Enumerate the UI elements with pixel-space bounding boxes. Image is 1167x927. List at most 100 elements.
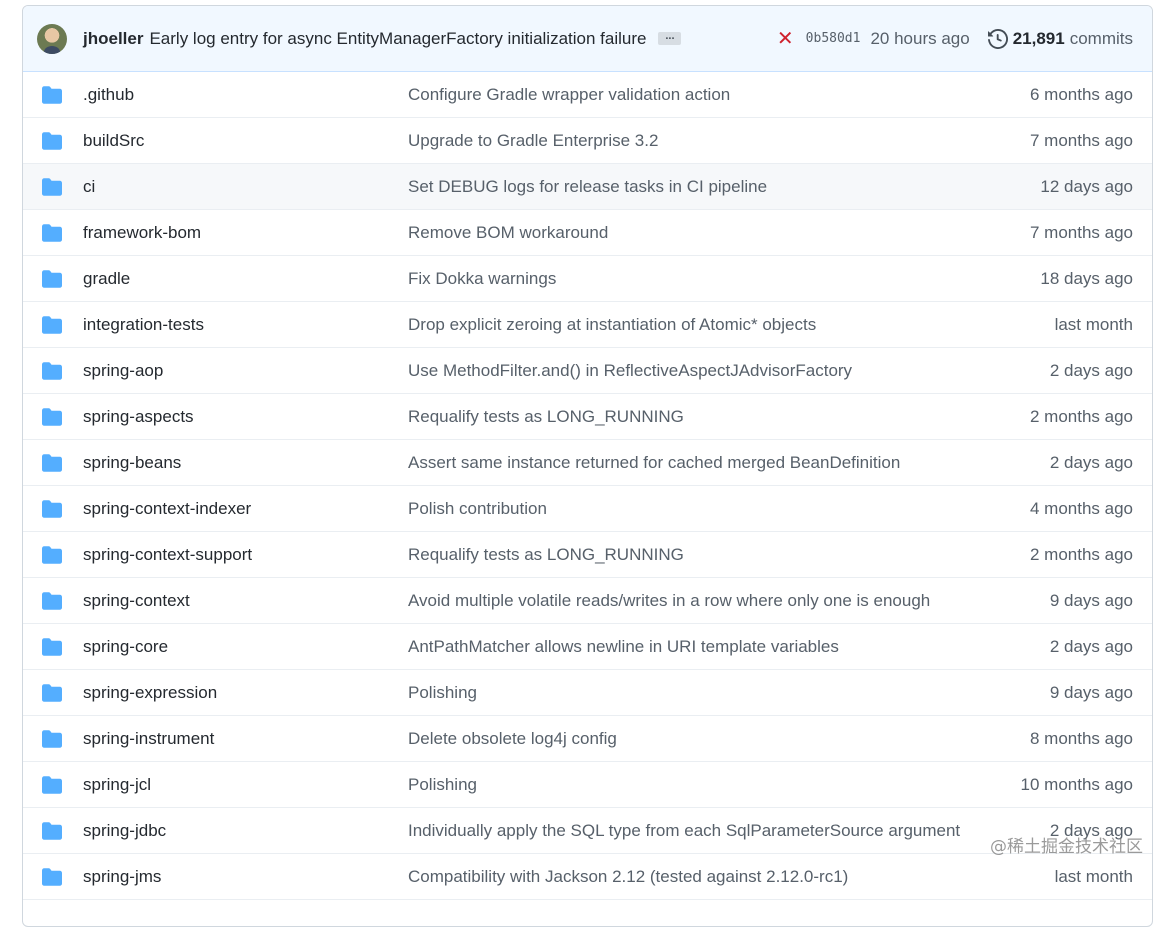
file-commit-message[interactable]: Polishing — [408, 775, 963, 795]
file-row[interactable]: spring-jms Compatibility with Jackson 2.1… — [23, 854, 1152, 900]
file-commit-message[interactable]: Delete obsolete log4j config — [408, 729, 963, 749]
file-row[interactable]: spring-aspects Requalify tests as LONG_RU… — [23, 394, 1152, 440]
file-name[interactable]: spring-context-indexer — [83, 499, 408, 519]
file-row[interactable]: spring-context Avoid multiple volatile re… — [23, 578, 1152, 624]
file-commit-message[interactable]: Upgrade to Gradle Enterprise 3.2 — [408, 131, 963, 151]
file-commit-message[interactable]: AntPathMatcher allows newline in URI tem… — [408, 637, 963, 657]
file-row[interactable]: spring-expression Polishing 9 days ago — [23, 670, 1152, 716]
file-commit-age: 7 months ago — [1029, 222, 1133, 242]
commit-time: 20 hours ago — [870, 28, 970, 48]
file-commit-age: 2 months ago — [1029, 544, 1133, 564]
file-row[interactable]: spring-aop Use MethodFilter.and() in Refl… — [23, 348, 1152, 394]
file-commit-age: 10 months ago — [1020, 774, 1133, 794]
folder-icon — [42, 821, 62, 840]
file-row[interactable]: spring-core AntPathMatcher allows newline… — [23, 624, 1152, 670]
folder-icon — [42, 85, 62, 104]
file-list: .github Configure Gradle wrapper validati… — [23, 72, 1152, 900]
x-icon[interactable]: ✕ — [777, 26, 794, 51]
folder-icon — [42, 729, 62, 748]
file-row[interactable]: spring-context-indexer Polish contributio… — [23, 486, 1152, 532]
file-commit-age: 2 days ago — [1049, 820, 1133, 840]
file-name[interactable]: spring-context-support — [83, 545, 408, 565]
file-row[interactable]: spring-context-support Requalify tests as… — [23, 532, 1152, 578]
file-name[interactable]: spring-aspects — [83, 407, 408, 427]
latest-commit-bar: jhoeller Early log entry for async Entit… — [23, 6, 1152, 72]
file-name[interactable]: spring-expression — [83, 683, 408, 703]
file-commit-message[interactable]: Configure Gradle wrapper validation acti… — [408, 85, 963, 105]
file-commit-age: 2 months ago — [1029, 406, 1133, 426]
folder-icon — [42, 131, 62, 150]
folder-icon — [42, 269, 62, 288]
file-name[interactable]: integration-tests — [83, 315, 408, 335]
file-commit-message[interactable]: Polish contribution — [408, 499, 963, 519]
file-browser: jhoeller Early log entry for async Entit… — [22, 5, 1153, 927]
folder-icon — [42, 545, 62, 564]
file-name[interactable]: spring-jms — [83, 867, 408, 887]
commits-label: commits — [1069, 28, 1133, 48]
folder-icon — [42, 177, 62, 196]
folder-icon — [42, 591, 62, 610]
file-row[interactable]: .github Configure Gradle wrapper validati… — [23, 72, 1152, 118]
file-row[interactable]: spring-beans Assert same instance returne… — [23, 440, 1152, 486]
folder-icon — [42, 315, 62, 334]
file-commit-age: 2 days ago — [1049, 360, 1133, 380]
file-commit-message[interactable]: Fix Dokka warnings — [408, 269, 963, 289]
file-commit-message[interactable]: Requalify tests as LONG_RUNNING — [408, 545, 963, 565]
file-commit-age: 7 months ago — [1029, 130, 1133, 150]
folder-icon — [42, 361, 62, 380]
file-commit-message[interactable]: Polishing — [408, 683, 963, 703]
commits-link[interactable]: 21,891 commits — [987, 28, 1133, 49]
file-name[interactable]: ci — [83, 177, 408, 197]
folder-icon — [42, 499, 62, 518]
file-commit-message[interactable]: Drop explicit zeroing at instantiation o… — [408, 315, 963, 335]
file-commit-message[interactable]: Requalify tests as LONG_RUNNING — [408, 407, 963, 427]
file-row[interactable]: buildSrc Upgrade to Gradle Enterprise 3.2… — [23, 118, 1152, 164]
file-name[interactable]: framework-bom — [83, 223, 408, 243]
file-name[interactable]: spring-instrument — [83, 729, 408, 749]
commit-sha[interactable]: 0b580d1 — [806, 31, 861, 46]
file-name[interactable]: gradle — [83, 269, 408, 289]
file-commit-age: 12 days ago — [1040, 176, 1133, 196]
file-commit-message[interactable]: Avoid multiple volatile reads/writes in … — [408, 591, 963, 611]
folder-icon — [42, 775, 62, 794]
folder-icon — [42, 407, 62, 426]
file-commit-message[interactable]: Assert same instance returned for cached… — [408, 453, 963, 473]
history-icon — [987, 28, 1008, 49]
file-name[interactable]: buildSrc — [83, 131, 408, 151]
file-name[interactable]: spring-jcl — [83, 775, 408, 795]
file-name[interactable]: .github — [83, 85, 408, 105]
folder-icon — [42, 637, 62, 656]
file-row[interactable]: gradle Fix Dokka warnings 18 days ago — [23, 256, 1152, 302]
file-row[interactable]: spring-jcl Polishing 10 months ago — [23, 762, 1152, 808]
file-commit-age: 8 months ago — [1029, 728, 1133, 748]
file-commit-age: 18 days ago — [1040, 268, 1133, 288]
file-row[interactable]: spring-instrument Delete obsolete log4j c… — [23, 716, 1152, 762]
file-commit-message[interactable]: Remove BOM workaround — [408, 223, 963, 243]
file-commit-message[interactable]: Set DEBUG logs for release tasks in CI p… — [408, 177, 963, 197]
commit-author[interactable]: jhoeller — [83, 29, 143, 49]
file-row[interactable]: spring-jdbc Individually apply the SQL ty… — [23, 808, 1152, 854]
expand-message-button[interactable]: ... — [658, 31, 682, 45]
file-row[interactable]: framework-bom Remove BOM workaround 7 mont… — [23, 210, 1152, 256]
folder-icon — [42, 453, 62, 472]
file-name[interactable]: spring-aop — [83, 361, 408, 381]
commit-count: 21,891 — [1012, 28, 1065, 48]
file-name[interactable]: spring-core — [83, 637, 408, 657]
folder-icon — [42, 867, 62, 886]
file-commit-age: 4 months ago — [1029, 498, 1133, 518]
file-commit-age: 6 months ago — [1029, 84, 1133, 104]
file-commit-age: 2 days ago — [1049, 452, 1133, 472]
file-commit-age: 9 days ago — [1049, 590, 1133, 610]
file-name[interactable]: spring-jdbc — [83, 821, 408, 841]
file-name[interactable]: spring-beans — [83, 453, 408, 473]
file-row[interactable]: ci Set DEBUG logs for release tasks in CI… — [23, 164, 1152, 210]
file-commit-age: 2 days ago — [1049, 636, 1133, 656]
file-commit-message[interactable]: Individually apply the SQL type from eac… — [408, 821, 963, 841]
file-commit-message[interactable]: Use MethodFilter.and() in ReflectiveAspe… — [408, 361, 963, 381]
file-commit-message[interactable]: Compatibility with Jackson 2.12 (tested … — [408, 867, 963, 887]
folder-icon — [42, 683, 62, 702]
file-row[interactable]: integration-tests Drop explicit zeroing a… — [23, 302, 1152, 348]
file-name[interactable]: spring-context — [83, 591, 408, 611]
author-avatar[interactable] — [37, 23, 67, 54]
commit-message[interactable]: Early log entry for async EntityManagerF… — [149, 29, 646, 49]
